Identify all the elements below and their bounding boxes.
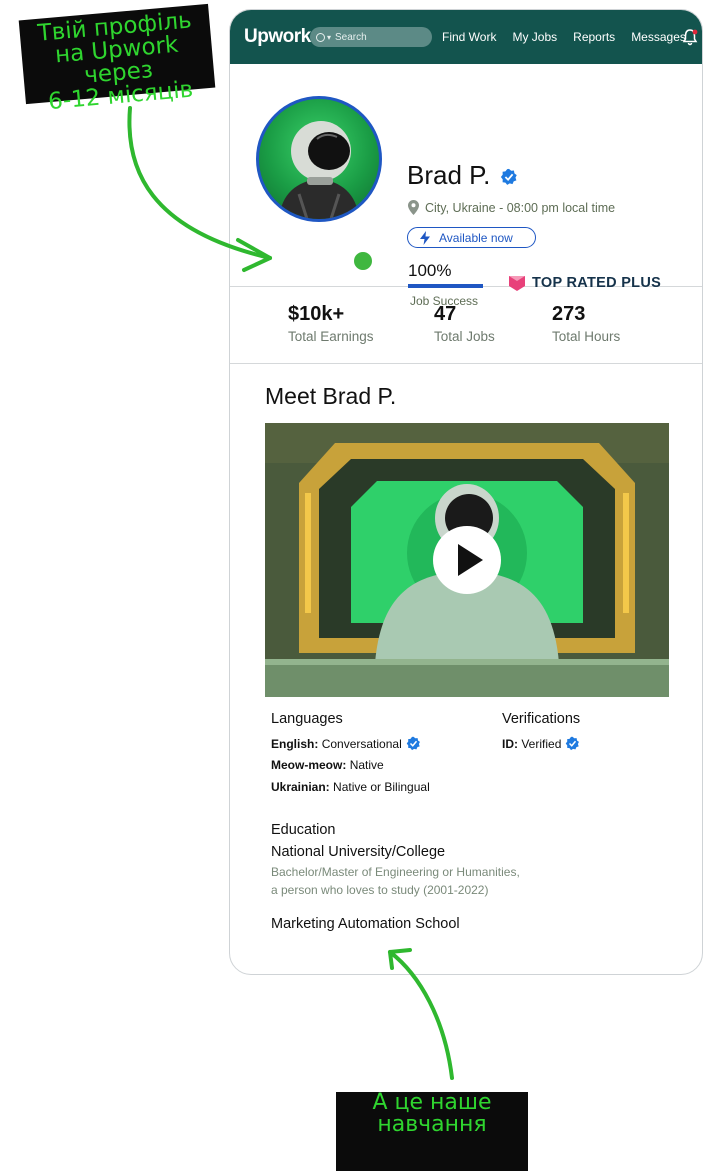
online-status-dot [351,249,375,273]
profile-name: Brad P. [407,160,491,190]
search-input[interactable]: ▾ Search [310,27,432,47]
avatar[interactable] [256,96,382,222]
location-text: City, Ukraine - 08:00 pm local time [425,200,616,215]
language-ukrainian: Ukrainian: Native or Bilingual [271,780,430,794]
lightning-icon [420,230,430,245]
education-school: National University/College [271,844,446,860]
upwork-logo[interactable]: Upwork [244,26,311,48]
annotation-bottom-note: А це наше навчання [336,1092,528,1171]
search-placeholder: Search [335,31,367,43]
chevron-down-icon: ▾ [327,32,332,42]
profile-header: Brad P. City, Ukraine - 08:00 pm local t… [230,64,702,308]
verifications-heading: Verifications [502,711,581,727]
meet-title: Meet Brad P. [265,383,397,409]
notification-bell-icon[interactable] [682,28,698,46]
stat-value: $10k+ [288,303,345,325]
availability-badge[interactable]: Available now [407,227,536,248]
profile-card: Upwork ▾ Search Find Work My Jobs Report… [229,9,703,975]
language-level: Native [349,758,384,772]
nav-messages[interactable]: Messages [631,30,686,44]
language-name: English: [271,736,319,751]
verified-badge-icon [500,168,517,185]
verified-badge-icon [566,736,580,751]
main-nav: Find Work My Jobs Reports Messages [442,30,702,44]
language-level: Native or Bilingual [333,780,430,794]
stat-value: 47 [434,303,457,325]
education-degree-line1: Bachelor/Master of Engineering or Humani… [271,865,520,879]
astronaut-avatar-image [279,121,359,219]
stat-total-jobs: 47 Total Jobs [434,303,495,344]
language-name: Ukrainian: [271,780,330,794]
stat-total-earnings: $10k+ Total Earnings [288,303,374,344]
education-heading: Education [271,822,336,838]
language-level: Conversational [321,736,402,751]
upwork-topbar: Upwork ▾ Search Find Work My Jobs Report… [230,10,702,64]
annotation-top-note: Твій профіль на Upwork через 6-12 місяці… [18,3,216,115]
profile-location: City, Ukraine - 08:00 pm local time [408,200,615,215]
stat-value: 273 [552,303,586,325]
education-school: Marketing Automation School [271,916,460,932]
intro-video[interactable] [265,423,669,697]
nav-my-jobs[interactable]: My Jobs [512,30,557,44]
verification-status: Verified [521,736,562,751]
education-degree-line2: a person who loves to study (2001-2022) [271,883,489,897]
availability-text: Available now [439,230,513,245]
languages-heading: Languages [271,711,343,727]
stats-row: $10k+ Total Earnings 47 Total Jobs 273 T… [230,287,702,364]
play-icon [458,544,483,576]
stat-label: Total Hours [552,329,621,344]
verified-badge-icon [406,736,420,751]
stat-label: Total Jobs [434,329,495,344]
language-name: Meow-meow: [271,758,347,772]
stat-total-hours: 273 Total Hours [552,303,620,344]
verification-name: ID: [502,736,518,751]
location-pin-icon [408,200,419,215]
nav-reports[interactable]: Reports [573,30,615,44]
nav-find-work[interactable]: Find Work [442,30,496,44]
stat-label: Total Earnings [288,329,374,344]
language-meow: Meow-meow: Native [271,758,384,772]
search-icon [316,32,325,42]
verification-id: ID: Verified [502,736,580,751]
job-success-value: 100% [408,261,452,280]
play-button[interactable] [433,526,501,594]
language-english: English: Conversational [271,736,421,751]
